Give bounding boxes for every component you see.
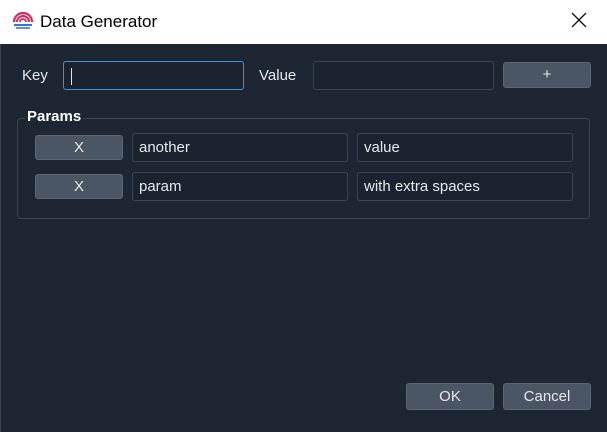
ok-button[interactable]: OK bbox=[406, 383, 494, 410]
param-key-field[interactable]: param bbox=[132, 172, 348, 201]
param-key-value: another bbox=[139, 139, 190, 156]
title-bar: Data Generator bbox=[0, 0, 607, 44]
param-value-field[interactable]: value bbox=[357, 133, 573, 162]
close-icon bbox=[570, 11, 588, 34]
dialog-window: Data Generator Key Value + Params X anot… bbox=[0, 0, 607, 432]
ok-label: OK bbox=[439, 388, 461, 405]
param-key-field[interactable]: another bbox=[132, 133, 348, 162]
params-title: Params bbox=[25, 108, 84, 126]
text-caret bbox=[71, 67, 72, 85]
add-param-label: + bbox=[542, 66, 552, 83]
close-button[interactable] bbox=[551, 0, 607, 44]
value-input[interactable] bbox=[313, 61, 494, 90]
remove-param-button[interactable]: X bbox=[35, 135, 123, 160]
data-generator-icon bbox=[12, 11, 34, 30]
param-value-field[interactable]: with extra spaces bbox=[357, 172, 573, 201]
key-input[interactable] bbox=[63, 61, 244, 90]
cancel-label: Cancel bbox=[523, 388, 571, 405]
key-label: Key bbox=[22, 67, 48, 84]
remove-param-label: X bbox=[73, 139, 84, 156]
param-value-value: value bbox=[364, 139, 400, 156]
add-param-button[interactable]: + bbox=[503, 62, 591, 88]
cancel-button[interactable]: Cancel bbox=[503, 383, 591, 410]
dialog-content: Key Value + Params X another value X par… bbox=[0, 44, 607, 432]
window-title: Data Generator bbox=[40, 12, 158, 31]
param-key-value: param bbox=[139, 178, 182, 195]
remove-param-button[interactable]: X bbox=[35, 174, 123, 199]
param-value-value: with extra spaces bbox=[364, 178, 480, 195]
value-label: Value bbox=[259, 67, 297, 84]
remove-param-label: X bbox=[73, 178, 84, 195]
